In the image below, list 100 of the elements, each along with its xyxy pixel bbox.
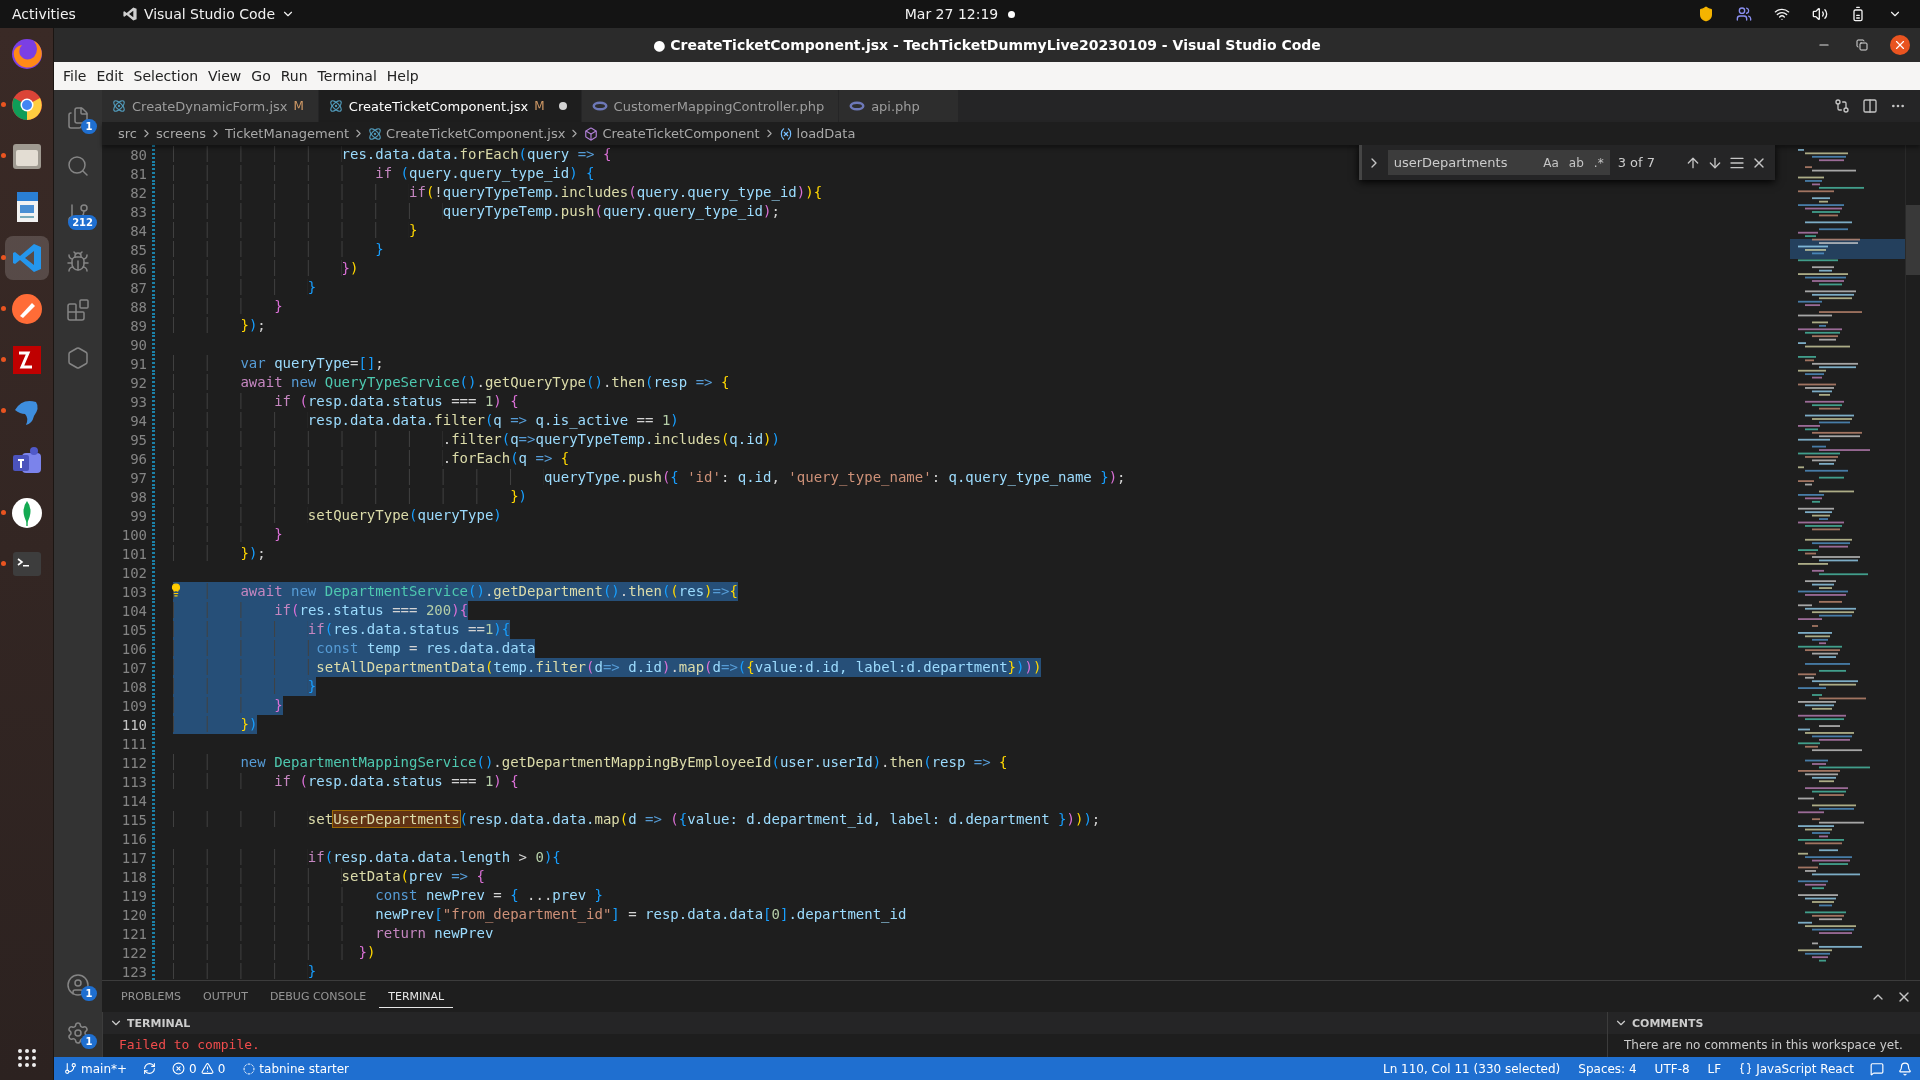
section-header[interactable]: COMMENTS — [1608, 1012, 1920, 1034]
encoding-status[interactable]: UTF-8 — [1652, 1061, 1692, 1076]
line-number: 85 — [129, 241, 147, 258]
branch-status[interactable]: main*+ — [62, 1061, 130, 1076]
code-line: }); — [173, 544, 266, 563]
line-number: 96 — [129, 450, 147, 467]
compare-icon[interactable] — [1834, 98, 1850, 114]
search-icon — [66, 154, 90, 178]
code-line: }) — [173, 259, 359, 278]
line-number: 120 — [120, 906, 147, 923]
pen-icon — [9, 292, 44, 326]
panel-tab[interactable]: TERMINAL — [379, 985, 454, 1008]
activity-bar-item[interactable]: 1 — [54, 94, 102, 142]
app-menu[interactable]: Visual Studio Code — [121, 6, 295, 22]
braces-icon — [1739, 1062, 1753, 1075]
breadcrumb-item[interactable]: TicketManagement — [225, 126, 350, 141]
code-line: } — [173, 240, 384, 259]
code-line: var queryType=[]; — [173, 354, 384, 373]
count-badge: 1 — [81, 119, 97, 134]
menu-item[interactable]: File — [58, 62, 92, 90]
window-title: ● CreateTicketComponent.jsx - TechTicketDummyLive20230109 - Visual Studio Code — [653, 37, 1321, 53]
editor-tab[interactable]: CreateTicketComponent.jsx M — [318, 90, 582, 122]
activity-bar-item[interactable]: 1 — [54, 1009, 102, 1057]
indentation-status[interactable]: Spaces: 4 — [1576, 1061, 1639, 1076]
line-number: 106 — [120, 640, 147, 657]
code-line: const newPrev = { ...prev } — [173, 886, 603, 905]
language-mode[interactable]: JavaScript React — [1737, 1061, 1856, 1076]
split-editor-icon[interactable] — [1862, 98, 1878, 114]
activity-bar-item[interactable]: 212 — [54, 190, 102, 238]
code-line: newPrev["from_department_id"] = resp.data.data[0].department_id — [173, 905, 907, 924]
find-option-toggle[interactable]: ab — [1566, 155, 1586, 170]
feedback-icon[interactable] — [1870, 1061, 1884, 1076]
activity-bar-item[interactable]: 1 — [54, 961, 102, 1009]
close-button[interactable] — [1890, 35, 1910, 55]
line-number: 114 — [120, 792, 147, 809]
panel-tab[interactable]: DEBUG CONSOLE — [260, 985, 376, 1008]
find-option-toggle[interactable]: Aa — [1541, 155, 1561, 170]
tabnine-status[interactable]: tabnine starter — [241, 1061, 351, 1076]
line-number: 112 — [120, 754, 147, 771]
battery-icon[interactable] — [1850, 6, 1866, 22]
find-option-toggle[interactable]: .* — [1591, 155, 1606, 170]
line-ending-status[interactable]: LF — [1705, 1061, 1724, 1076]
line-number: 87 — [129, 279, 147, 296]
line-number: 97 — [129, 469, 147, 486]
breadcrumb-item[interactable]: CreateTicketComponent — [584, 126, 760, 141]
wifi-icon[interactable] — [1774, 6, 1790, 22]
ellipse-icon — [591, 101, 608, 111]
breadcrumb-item[interactable]: CreateTicketComponent.jsx — [368, 126, 566, 141]
settings-icon — [66, 1021, 90, 1045]
files-icon — [66, 106, 90, 130]
app-grid-icon — [16, 1048, 37, 1068]
activities-button[interactable]: Activities — [12, 6, 76, 22]
clock[interactable]: Mar 27 12:19 — [904, 6, 999, 22]
line-number: 99 — [129, 507, 147, 524]
line-number: 88 — [129, 298, 147, 315]
line-number: 110 — [120, 716, 147, 733]
code-line: }) — [173, 943, 376, 962]
scrollbar-thumb[interactable] — [1906, 205, 1920, 275]
editor-tab[interactable]: CreateDynamicForm.jsx M — [102, 90, 319, 122]
people-icon[interactable] — [1736, 6, 1752, 22]
line-number: 122 — [120, 944, 147, 961]
code-line: return newPrev — [173, 924, 494, 943]
bell-icon[interactable] — [1898, 1061, 1912, 1076]
panel-tab[interactable]: PROBLEMS — [112, 985, 191, 1008]
line-number: 103 — [120, 583, 147, 600]
breadcrumb-item[interactable]: screens — [156, 126, 206, 141]
shield-icon[interactable] — [1698, 6, 1714, 22]
breadcrumb-item[interactable]: loadData — [778, 126, 856, 141]
menu-item[interactable]: Edit — [91, 62, 129, 90]
editor-tab[interactable]: CustomerMappingController.php — [581, 90, 840, 122]
app-grid-button[interactable] — [16, 1048, 37, 1068]
code-editor-icon — [121, 6, 138, 22]
error-icon — [172, 1062, 186, 1075]
atom-icon — [368, 126, 383, 141]
hexagon-icon — [66, 346, 90, 370]
modified-indicator: M — [293, 99, 304, 113]
section-header[interactable]: TERMINAL — [103, 1012, 1607, 1034]
code-line: } — [173, 297, 283, 316]
editor-tab[interactable]: api.php — [839, 90, 960, 122]
code-line: resp.data.data.filter(q => q.is_active == 1) — [173, 411, 679, 430]
menu-item[interactable]: Terminal — [312, 62, 382, 90]
lightbulb-icon[interactable] — [169, 583, 183, 597]
code-line: await new QueryTypeService().getQueryType().then(resp => { — [173, 373, 730, 392]
menu-item[interactable]: View — [203, 62, 247, 90]
count-badge: 1 — [81, 986, 97, 1001]
menu-item[interactable]: Go — [246, 62, 276, 90]
breadcrumb-item[interactable]: src — [118, 126, 137, 141]
sync-icon[interactable] — [143, 1062, 157, 1075]
line-number: 115 — [120, 811, 147, 828]
code-line: } — [173, 278, 317, 297]
menu-item[interactable]: Help — [381, 62, 424, 90]
find-field[interactable]: userDepartments Aa ab .* — [1387, 150, 1610, 175]
blocks-icon — [66, 298, 90, 322]
menu-item[interactable]: Run — [275, 62, 313, 90]
cursor-position[interactable]: Ln 110, Col 11 (330 selected) — [1380, 1061, 1563, 1076]
problems-status[interactable]: 0 0 — [170, 1061, 228, 1076]
menu-item[interactable]: Selection — [128, 62, 204, 90]
volume-icon[interactable] — [1812, 6, 1828, 22]
line-number: 105 — [120, 621, 147, 638]
panel-tab[interactable]: OUTPUT — [194, 985, 257, 1008]
